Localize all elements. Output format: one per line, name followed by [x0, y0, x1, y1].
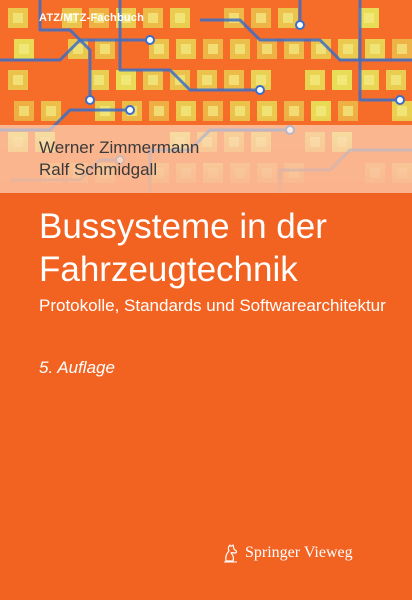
series-label: ATZ/MTZ-Fachbuch: [39, 12, 145, 24]
author-name: Ralf Schmidgall: [39, 160, 158, 179]
title-line: Fahrzeugtechnik: [39, 250, 298, 289]
author-list: Werner Zimmermann Ralf Schmidgall: [39, 137, 199, 181]
publisher-name: Springer Vieweg: [245, 544, 353, 561]
edition-label: 5. Auflage: [39, 358, 115, 377]
springer-horse-icon: [224, 544, 238, 563]
title-line: Bussysteme in der: [39, 207, 327, 246]
book-subtitle: Protokolle, Standards und Softwarearchit…: [39, 296, 386, 315]
book-cover: ATZ/MTZ-Fachbuch Werner Zimmermann Ralf …: [0, 0, 412, 600]
author-name: Werner Zimmermann: [39, 138, 200, 157]
publisher-logo: Springer Vieweg: [222, 543, 353, 563]
book-title: Bussysteme in der Fahrzeugtechnik: [39, 205, 327, 291]
